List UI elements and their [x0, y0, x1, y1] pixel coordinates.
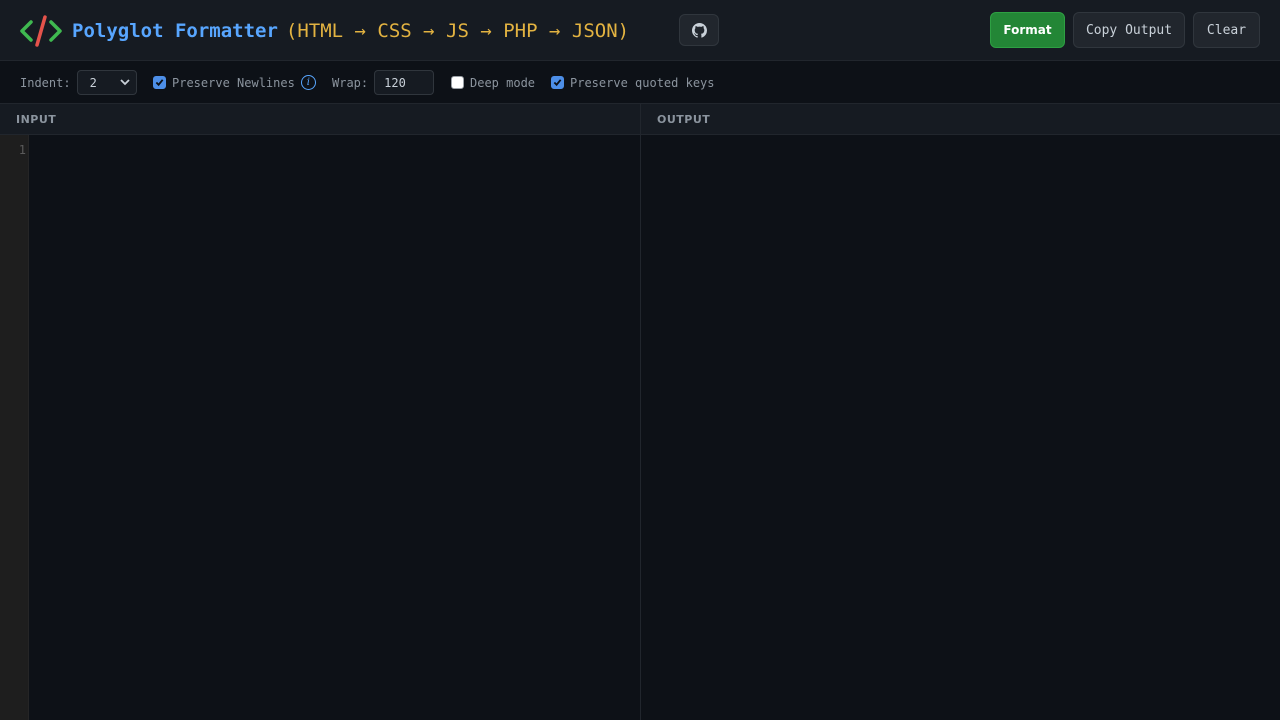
language-chain: (HTML → CSS → JS → PHP → JSON) — [285, 20, 630, 42]
page-title: Polyglot Formatter (HTML → CSS → JS → PH… — [72, 17, 629, 45]
indent-label: Indent: — [20, 75, 71, 90]
check-icon — [553, 79, 562, 87]
preserve-quoted-keys-control: Preserve quoted keys — [551, 61, 715, 104]
wrap-input[interactable]: 120 — [374, 70, 435, 95]
output-panel[interactable] — [641, 135, 1280, 720]
input-pane-title: INPUT — [16, 112, 57, 126]
chevron-down-icon — [119, 79, 130, 86]
preserve-newlines-label: Preserve Newlines — [172, 75, 295, 90]
output-pane-header: OUTPUT — [641, 104, 1280, 135]
indent-select[interactable]: 2 — [76, 70, 137, 95]
copy-output-button[interactable]: Copy Output — [1073, 12, 1185, 48]
preserve-quoted-keys-label: Preserve quoted keys — [570, 75, 715, 90]
wrap-label: Wrap: — [332, 75, 369, 90]
check-icon — [155, 79, 164, 87]
code-brackets-icon — [20, 15, 62, 47]
format-button[interactable]: Format — [990, 12, 1065, 48]
github-icon — [691, 22, 707, 38]
indent-control: Indent: 2 — [20, 61, 137, 104]
app-name: Polyglot Formatter — [72, 20, 278, 42]
output-pane-title: OUTPUT — [657, 112, 711, 126]
deep-mode-control: Deep mode — [451, 61, 535, 104]
info-icon[interactable]: i — [300, 75, 316, 90]
app-header: Polyglot Formatter (HTML → CSS → JS → PH… — [0, 0, 1280, 61]
preserve-quoted-keys-checkbox[interactable] — [551, 76, 564, 89]
wrap-control: Wrap: 120 — [332, 61, 435, 104]
line-number: 1 — [18, 143, 26, 157]
preserve-newlines-control: Preserve Newlines i — [153, 61, 316, 104]
clear-button[interactable]: Clear — [1193, 12, 1260, 48]
input-pane-header: INPUT — [0, 104, 640, 135]
deep-mode-checkbox[interactable] — [451, 76, 464, 89]
line-number-gutter: 1 — [0, 135, 29, 720]
indent-value: 2 — [89, 75, 97, 90]
preserve-newlines-checkbox[interactable] — [153, 76, 166, 89]
github-button[interactable] — [679, 14, 719, 46]
input-editor[interactable] — [29, 135, 640, 720]
deep-mode-label: Deep mode — [470, 75, 536, 90]
options-toolbar: Indent: 2 Preserve Newlines i Wrap: 120 … — [0, 61, 1280, 104]
